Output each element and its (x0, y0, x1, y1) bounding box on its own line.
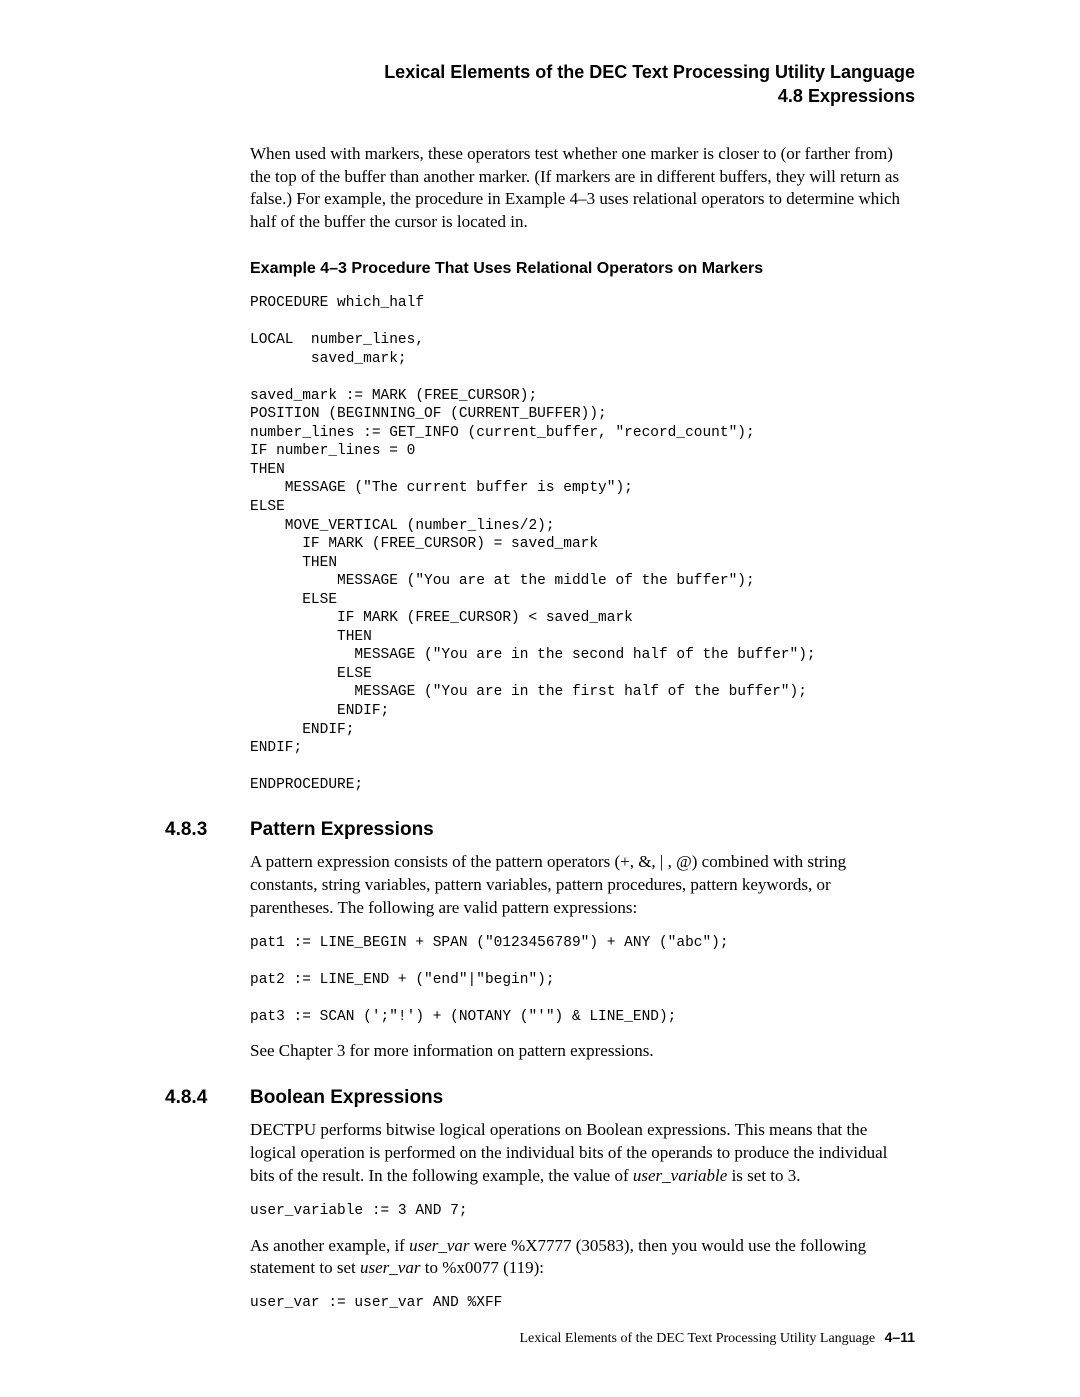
section-483-code: pat1 := LINE_BEGIN + SPAN ("0123456789")… (250, 934, 915, 1027)
para1-ital: user_variable (633, 1166, 727, 1185)
intro-paragraph: When used with markers, these operators … (250, 143, 915, 235)
para2-post: to %x0077 (119): (420, 1258, 544, 1277)
footer-label: Lexical Elements of the DEC Text Process… (519, 1331, 875, 1346)
example-code: PROCEDURE which_half LOCAL number_lines,… (250, 294, 915, 795)
running-header: Lexical Elements of the DEC Text Process… (165, 60, 915, 109)
section-483-heading: 4.8.3 Pattern Expressions (165, 819, 915, 841)
section-484-code1: user_variable := 3 AND 7; (250, 1202, 915, 1221)
para2-ital2: user_var (360, 1258, 420, 1277)
section-484-code2: user_var := user_var AND %XFF (250, 1294, 915, 1313)
section-483-body: A pattern expression consists of the pat… (250, 851, 915, 1063)
para2-ital1: user_var (409, 1236, 469, 1255)
section-484-para1: DECTPU performs bitwise logical operatio… (250, 1119, 915, 1188)
section-484-body: DECTPU performs bitwise logical operatio… (250, 1119, 915, 1313)
section-title: Pattern Expressions (250, 819, 915, 841)
intro-block: When used with markers, these operators … (250, 143, 915, 795)
section-number: 4.8.4 (165, 1087, 250, 1109)
section-484-para2: As another example, if user_var were %X7… (250, 1235, 915, 1281)
header-title: Lexical Elements of the DEC Text Process… (165, 60, 915, 84)
page: Lexical Elements of the DEC Text Process… (0, 0, 1080, 1397)
example-caption: Example 4–3 Procedure That Uses Relation… (250, 258, 915, 280)
para1-post: is set to 3. (727, 1166, 800, 1185)
para2-pre: As another example, if (250, 1236, 409, 1255)
section-484-heading: 4.8.4 Boolean Expressions (165, 1087, 915, 1109)
header-subtitle: 4.8 Expressions (165, 84, 915, 108)
section-483-after: See Chapter 3 for more information on pa… (250, 1040, 915, 1063)
footer-page: 4–11 (885, 1329, 915, 1345)
page-footer: Lexical Elements of the DEC Text Process… (519, 1329, 915, 1347)
section-483-para: A pattern expression consists of the pat… (250, 851, 915, 920)
section-title: Boolean Expressions (250, 1087, 915, 1109)
section-number: 4.8.3 (165, 819, 250, 841)
